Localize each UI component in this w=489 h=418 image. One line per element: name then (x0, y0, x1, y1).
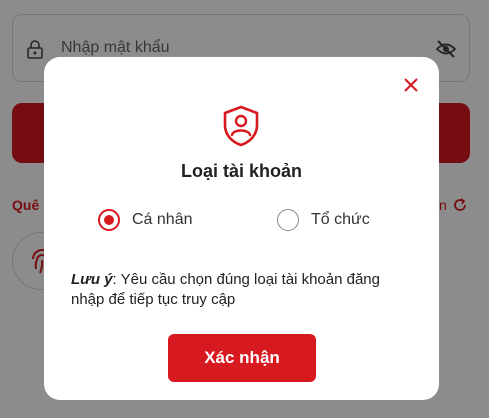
radio-label-personal: Cá nhân (132, 211, 193, 228)
user-shield-icon (223, 105, 259, 147)
note-prefix: Lưu ý (71, 271, 113, 288)
radio-label-organization: Tổ chức (311, 211, 370, 228)
dialog-title: Loại tài khoản (180, 161, 303, 181)
radio-option-organization[interactable]: Tổ chức (277, 208, 370, 232)
note-text: Lưu ý: Yêu cầu chọn đúng loại tài khoản … (71, 270, 416, 310)
radio-checked-icon[interactable] (98, 209, 120, 231)
note-body: : Yêu cầu chọn đúng loại tài khoản đăng … (71, 271, 380, 308)
radio-option-personal[interactable]: Cá nhân (98, 208, 193, 232)
radio-unchecked-icon[interactable] (277, 209, 299, 231)
close-icon[interactable] (401, 75, 421, 95)
account-type-dialog: Loại tài khoản Cá nhân Tổ chức Lưu ý: Yê… (44, 57, 439, 400)
confirm-button[interactable]: Xác nhận (168, 334, 316, 382)
